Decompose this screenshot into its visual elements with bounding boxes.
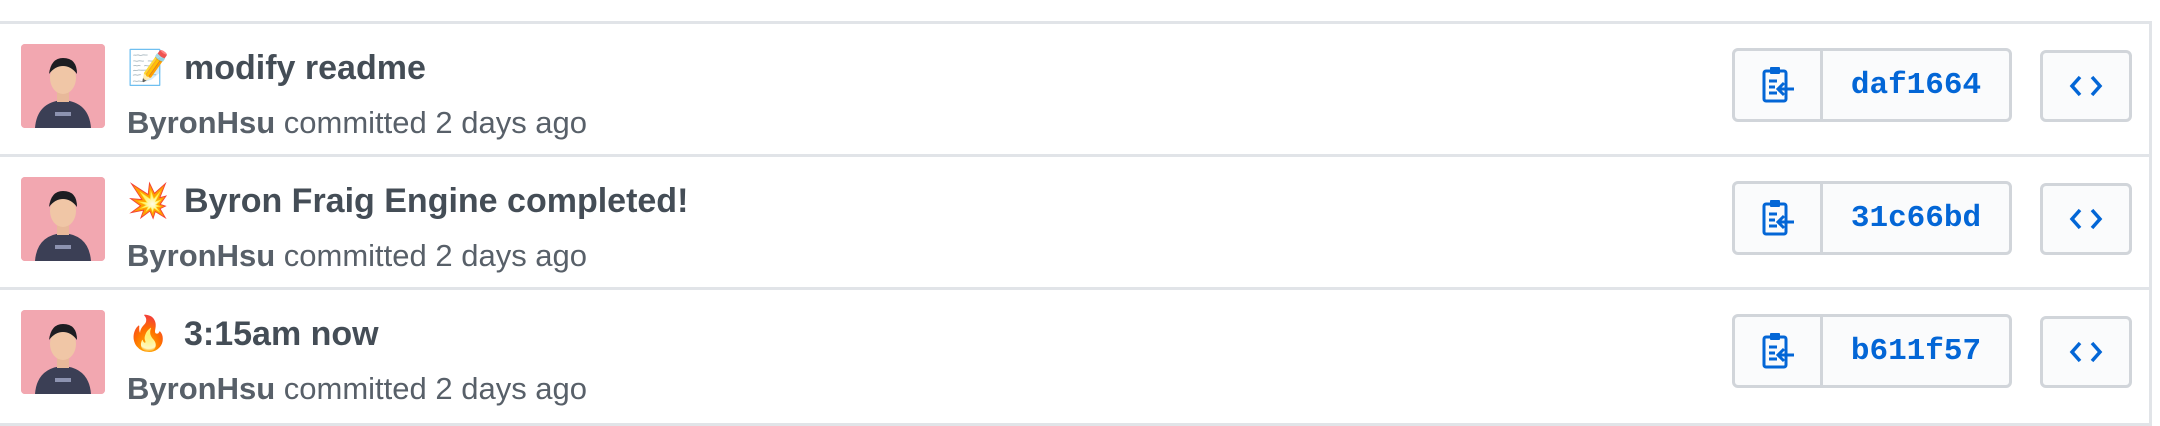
clipboard-icon: [1762, 200, 1794, 236]
copy-sha-button[interactable]: [1735, 317, 1823, 385]
commit-meta: ByronHsu committed 2 days ago: [127, 104, 587, 142]
clipboard-icon: [1762, 67, 1794, 103]
browse-files-button[interactable]: [2040, 316, 2132, 388]
commit-title[interactable]: 3:15am now: [184, 314, 379, 354]
commit-sha-link[interactable]: 31c66bd: [1823, 184, 2009, 252]
sha-button-group: b611f57: [1732, 314, 2012, 388]
memo-icon: 📝: [127, 48, 170, 88]
commit-author-link[interactable]: ByronHsu: [127, 238, 275, 273]
browse-files-button[interactable]: [2040, 183, 2132, 255]
commit-meta: ByronHsu committed 2 days ago: [127, 370, 587, 408]
collision-icon: 💥: [127, 181, 170, 221]
commit-time-text: committed 2 days ago: [283, 105, 588, 140]
code-icon: [2069, 75, 2103, 97]
author-avatar[interactable]: [21, 177, 105, 261]
commit-author-link[interactable]: ByronHsu: [127, 371, 275, 406]
author-avatar[interactable]: [21, 310, 105, 394]
commit-author-link[interactable]: ByronHsu: [127, 105, 275, 140]
code-icon: [2069, 341, 2103, 363]
copy-sha-button[interactable]: [1735, 184, 1823, 252]
sha-button-group: daf1664: [1732, 48, 2012, 122]
commit-row: 💥 Byron Fraig Engine completed! ByronHsu…: [0, 157, 2149, 290]
commit-meta: ByronHsu committed 2 days ago: [127, 237, 587, 275]
commit-sha-link[interactable]: b611f57: [1823, 317, 2009, 385]
commit-time-text: committed 2 days ago: [283, 371, 588, 406]
fire-icon: 🔥: [127, 314, 170, 354]
commit-row: 📝 modify readme ByronHsu committed 2 day…: [0, 24, 2149, 157]
commit-title[interactable]: modify readme: [184, 48, 426, 88]
copy-sha-button[interactable]: [1735, 51, 1823, 119]
commit-row: 🔥 3:15am now ByronHsu committed 2 days a…: [0, 290, 2149, 423]
code-icon: [2069, 208, 2103, 230]
author-avatar[interactable]: [21, 44, 105, 128]
browse-files-button[interactable]: [2040, 50, 2132, 122]
sha-button-group: 31c66bd: [1732, 181, 2012, 255]
commit-list: 📝 modify readme ByronHsu committed 2 day…: [0, 21, 2152, 426]
commit-time-text: committed 2 days ago: [283, 238, 588, 273]
commit-sha-link[interactable]: daf1664: [1823, 51, 2009, 119]
commit-title[interactable]: Byron Fraig Engine completed!: [184, 181, 688, 221]
clipboard-icon: [1762, 333, 1794, 369]
